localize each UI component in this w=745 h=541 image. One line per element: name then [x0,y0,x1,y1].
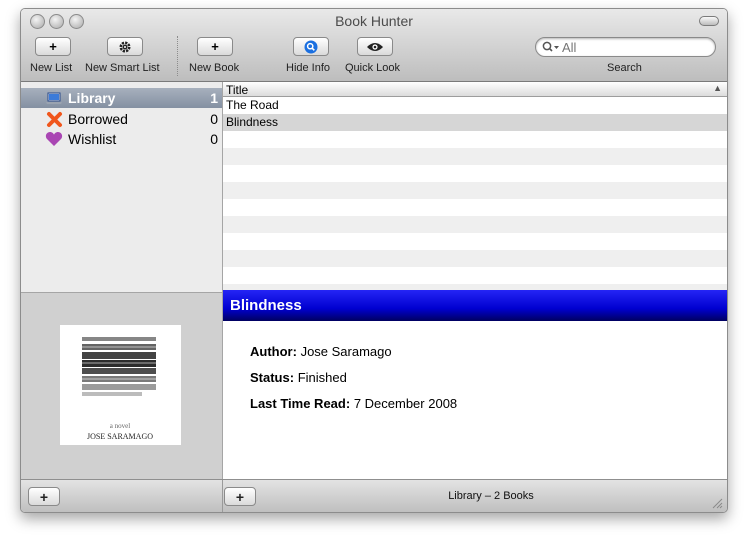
x-mark-icon [45,111,63,127]
empty-row [223,233,727,250]
empty-row [223,267,727,284]
cover-author-text: JOSE SARAMAGO [87,432,153,441]
book-info-panel: Blindness Author: Jose Saramago Status: … [223,290,727,479]
search-input[interactable] [562,40,707,55]
library-status-text: Library – 2 Books [448,490,534,502]
empty-row [223,216,727,233]
author-value: Jose Saramago [300,344,392,359]
book-title: Blindness [230,297,302,314]
table-row[interactable]: Blindness [223,114,727,131]
sidebar-item-count: 1 [210,90,218,106]
new-smart-list-label: New Smart List [85,62,160,74]
sort-ascending-icon: ▲ [713,83,722,93]
sidebar-item-label: Borrowed [68,111,128,127]
laptop-icon [45,90,63,106]
table-cell: The Road [226,98,279,112]
last-read-field: Last Time Read: 7 December 2008 [250,396,457,411]
table-cell: Blindness [226,115,279,129]
empty-row [223,131,727,148]
new-book-button[interactable]: + [197,37,233,56]
empty-row [223,182,727,199]
sidebar-item-borrowed[interactable]: Borrowed 0 [21,109,222,129]
add-list-button[interactable]: + [28,487,60,506]
column-header-title[interactable]: Title ▲ [223,82,727,97]
new-list-button[interactable]: + [35,37,71,56]
resize-grip-icon[interactable] [712,498,723,509]
sidebar-item-label: Wishlist [68,131,117,147]
window-title: Book Hunter [335,13,413,29]
search-label: Search [607,62,642,74]
gear-icon [119,41,131,52]
sidebar-item-library[interactable]: Library 1 [21,88,222,108]
column-header-label: Title [226,83,249,97]
sidebar-item-count: 0 [210,131,218,147]
sidebar: Library 1 Borrowed 0 Wishlist 0 [21,82,223,292]
svg-text:a novel: a novel [110,422,130,430]
heart-icon [45,131,63,147]
sidebar-item-label: Library [68,90,116,106]
book-cover-image: a novel JOSE SARAMAGO [60,325,181,445]
bottom-bar: + + Library – 2 Books [21,479,727,512]
new-book-label: New Book [189,62,240,74]
plus-icon: + [49,39,57,54]
status-label: Status: [250,370,295,385]
info-magnifier-icon [304,40,318,53]
status-value: Finished [297,370,347,385]
author-label: Author: [250,344,297,359]
toolbar: Book Hunter + New List New Smart List + … [21,9,727,82]
sidebar-item-count: 0 [210,111,218,127]
empty-row [223,250,727,267]
add-book-button[interactable]: + [224,487,256,506]
empty-row [223,165,727,182]
book-cover-art: a novel JOSE SARAMAGO [60,325,181,445]
quick-look-button[interactable] [357,37,393,56]
empty-row [223,199,727,216]
plus-icon: + [211,39,219,54]
status-field: Status: Finished [250,370,347,385]
table-row[interactable]: The Road [223,97,727,114]
new-smart-list-button[interactable] [107,37,143,56]
app-window: Book Hunter + New List New Smart List + … [20,8,728,513]
eye-icon [367,42,383,51]
hide-info-button[interactable] [293,37,329,56]
last-read-value: 7 December 2008 [353,396,458,411]
quick-look-label: Quick Look [345,62,401,74]
author-field: Author: Jose Saramago [250,344,392,359]
info-header: Blindness [223,290,727,321]
bottom-divider [222,480,223,512]
search-field[interactable] [535,37,716,57]
books-table: Title ▲ The Road Blindness [223,82,727,292]
toolbar-toggle-button[interactable] [699,16,719,26]
sidebar-item-wishlist[interactable]: Wishlist 0 [21,129,222,149]
search-icon[interactable] [542,41,560,53]
new-list-label: New List [30,62,73,74]
hide-info-label: Hide Info [286,62,331,74]
empty-row [223,148,727,165]
last-read-label: Last Time Read: [250,396,351,411]
toolbar-separator [177,36,178,76]
cover-panel: a novel JOSE SARAMAGO [21,292,223,480]
